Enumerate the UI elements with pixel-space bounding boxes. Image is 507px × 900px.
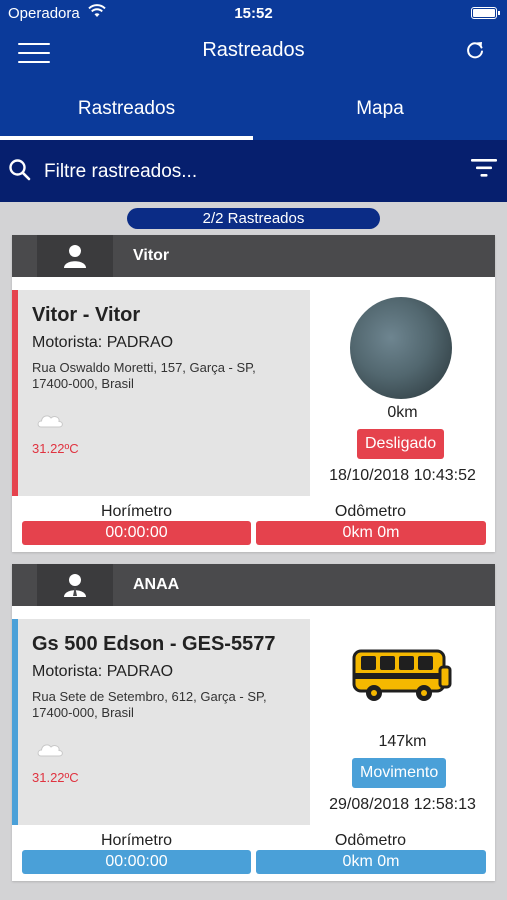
hourmeter-label: Horímetro: [100, 832, 173, 849]
tab-rastreados[interactable]: Rastreados: [0, 80, 253, 140]
odometer-value: 0km 0m: [256, 850, 486, 874]
group-name: ANAA: [133, 576, 180, 593]
odometer-label: Odômetro: [334, 503, 407, 520]
temperature: 31.22ºC: [32, 770, 79, 785]
driver-label: Motorista: PADRAO: [32, 334, 174, 351]
search-icon: [9, 159, 31, 181]
timestamp: 29/08/2018 12:58:13: [329, 796, 476, 813]
vehicle-name: Vitor - Vitor: [32, 304, 141, 326]
vehicle-info: Vitor - Vitor Motorista: PADRAO Rua Oswa…: [12, 290, 310, 496]
battery-icon: [471, 7, 500, 19]
address: Rua Oswaldo Moretti, 157, Garça - SP, 17…: [32, 360, 256, 391]
cloud-icon: [37, 415, 63, 428]
temperature: 31.22ºC: [32, 441, 79, 456]
address: Rua Sete de Setembro, 612, Garça - SP, 1…: [32, 689, 267, 720]
group-name: Vitor: [133, 247, 170, 264]
search-input[interactable]: [44, 156, 444, 188]
page-title: Rastreados: [202, 39, 305, 61]
app-header: Rastreados: [0, 26, 507, 80]
driver-icon: [64, 574, 86, 597]
vehicle-info: Gs 500 Edson - GES-5577 Motorista: PADRA…: [12, 619, 310, 825]
hourmeter-value: 00:00:00: [22, 521, 251, 545]
odometer-value: 0km 0m: [256, 521, 486, 545]
refresh-icon[interactable]: [463, 38, 487, 62]
tracked-count-badge: 2/2 Rastreados: [127, 208, 380, 229]
status-stripe: [12, 290, 18, 496]
card-header: ANAA: [12, 564, 495, 606]
user-icon: [64, 245, 86, 268]
status-stripe: [12, 619, 18, 825]
hourmeter-value: 00:00:00: [22, 850, 251, 874]
status-bar: Operadora 15:52: [0, 0, 507, 26]
odometer-label: Odômetro: [334, 832, 407, 849]
status-badge: Movimento: [352, 758, 447, 788]
status-badge: Desligado: [357, 429, 445, 459]
card-header: Vitor: [12, 235, 495, 277]
vehicle-photo: [350, 297, 452, 399]
clock: 15:52: [234, 5, 273, 22]
distance: 147km: [378, 733, 427, 750]
tracked-card[interactable]: ANAA Gs 500 Edson - GES-5577 Motorista: …: [12, 564, 495, 881]
tracked-card[interactable]: Vitor Vitor - Vitor Motorista: PADRAO Ru…: [12, 235, 495, 552]
cloud-icon: [37, 744, 63, 757]
vehicle-name: Gs 500 Edson - GES-5577: [32, 633, 276, 655]
timestamp: 18/10/2018 10:43:52: [329, 467, 476, 484]
filter-icon[interactable]: [471, 158, 497, 178]
tab-bar: Rastreados Mapa: [0, 80, 507, 140]
tab-mapa[interactable]: Mapa: [253, 80, 507, 140]
bus-icon: [352, 649, 452, 701]
distance: 0km: [387, 404, 418, 421]
search-bar: [0, 140, 507, 202]
hourmeter-label: Horímetro: [100, 503, 173, 520]
driver-label: Motorista: PADRAO: [32, 663, 174, 680]
